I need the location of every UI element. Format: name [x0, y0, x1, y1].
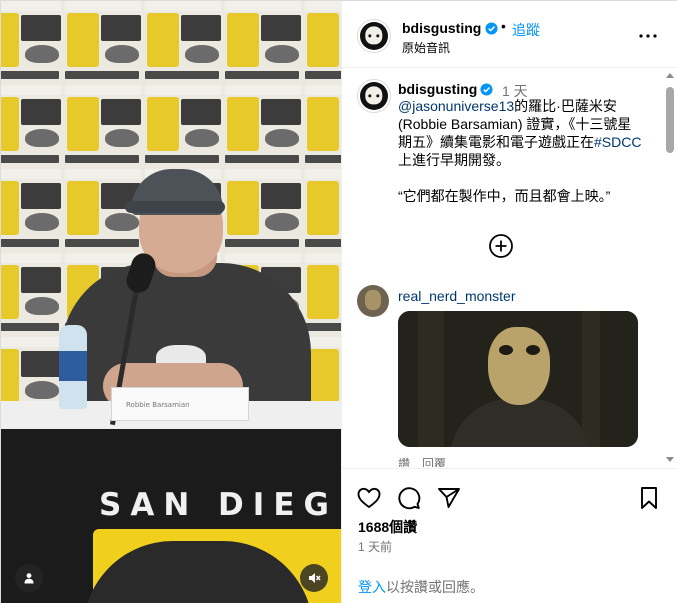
backdrop-logo-tile [303, 1, 341, 85]
backdrop-logo-tile [63, 85, 143, 169]
caption-author-avatar[interactable] [357, 79, 391, 113]
instagram-post-modal: Robbie Barsamian SAN DIEG bdisgusting • … [0, 0, 677, 603]
drape-banner-text: SAN DIEG [99, 487, 338, 523]
scroll-thumb[interactable] [666, 87, 674, 153]
mention-link[interactable]: @jasonuniverse13 [398, 98, 514, 114]
login-link[interactable]: 登入 [358, 579, 386, 595]
comment-like-link[interactable]: 讚 [398, 457, 410, 467]
backdrop-logo-tile [223, 1, 303, 85]
post-header: bdisgusting • 追蹤 原始音訊 [342, 1, 677, 68]
original-audio-link[interactable]: 原始音訊 [402, 39, 450, 56]
post-actions: 1688個讚 1 天前 登入以按讚或回應。 [342, 468, 677, 603]
backdrop-logo-tile [1, 1, 63, 85]
follow-button[interactable]: 追蹤 [512, 20, 540, 40]
like-count[interactable]: 1688個讚 [358, 517, 417, 537]
share-icon[interactable] [436, 485, 462, 511]
nameplate: Robbie Barsamian [111, 387, 249, 421]
more-options-button[interactable] [636, 24, 660, 48]
backdrop-logo-tile [303, 169, 341, 253]
scroll-down-arrow-icon[interactable] [666, 457, 674, 462]
comment-reply-link[interactable]: 回覆 [422, 457, 446, 467]
backdrop-logo-tile [63, 1, 143, 85]
commenter-username[interactable]: real_nerd_monster [398, 288, 516, 304]
post-timestamp[interactable]: 1 天前 [358, 538, 392, 555]
post-media-video[interactable]: Robbie Barsamian SAN DIEG [1, 1, 341, 603]
login-prompt: 登入以按讚或回應。 [358, 577, 484, 597]
hashtag-link[interactable]: #SDCC [594, 134, 641, 150]
author-avatar[interactable] [357, 19, 391, 53]
comments-scroll-area[interactable]: bdisgusting 1 天 @jasonuniverse13的羅比·巴薩米安… [342, 69, 677, 467]
backdrop-logo-tile [223, 85, 303, 169]
backdrop-logo-tile [303, 85, 341, 169]
scroll-up-arrow-icon[interactable] [666, 73, 674, 78]
backdrop-logo-tile [1, 85, 63, 169]
comments-scrollbar[interactable] [662, 69, 677, 467]
comment-icon[interactable] [396, 485, 422, 511]
water-bottle-label [59, 351, 87, 381]
verified-badge-icon [480, 83, 493, 96]
caption-body-2: 上進行早期開發。 [398, 152, 510, 168]
speaker-muted-icon [309, 573, 321, 583]
backdrop-logo-tile [1, 253, 63, 337]
backdrop-logo-tile [1, 169, 63, 253]
comment-gif-jason-mask[interactable] [398, 311, 638, 447]
post-side-panel: bdisgusting • 追蹤 原始音訊 bdisgusting 1 天 @j… [341, 1, 677, 603]
verified-badge-icon [485, 22, 498, 35]
bookmark-icon[interactable] [636, 485, 662, 511]
separator-dot: • [501, 18, 506, 34]
caption-username[interactable]: bdisgusting [398, 81, 477, 97]
plus-circle-icon[interactable] [488, 233, 514, 259]
more-horizontal-icon [639, 34, 657, 38]
caption-quote: “它們都在製作中，而且都會上映。” [398, 188, 611, 204]
comment-actions: 讚 回覆 [398, 455, 458, 467]
heart-icon[interactable] [356, 485, 382, 511]
backdrop-logo-tile [303, 253, 341, 337]
backdrop-logo-tile [143, 1, 223, 85]
commenter-avatar[interactable] [357, 285, 389, 317]
person-icon [24, 573, 34, 584]
tagged-users-button[interactable] [15, 564, 43, 592]
author-username[interactable]: bdisgusting [402, 20, 481, 36]
mute-button[interactable] [300, 564, 328, 592]
backdrop-logo-tile [223, 169, 303, 253]
backdrop-logo-tile [143, 85, 223, 169]
login-prompt-text: 以按讚或回應。 [386, 579, 484, 595]
speaker-cap-brim [125, 201, 225, 213]
caption-text: @jasonuniverse13的羅比·巴薩米安 (Robbie Barsami… [398, 97, 643, 205]
